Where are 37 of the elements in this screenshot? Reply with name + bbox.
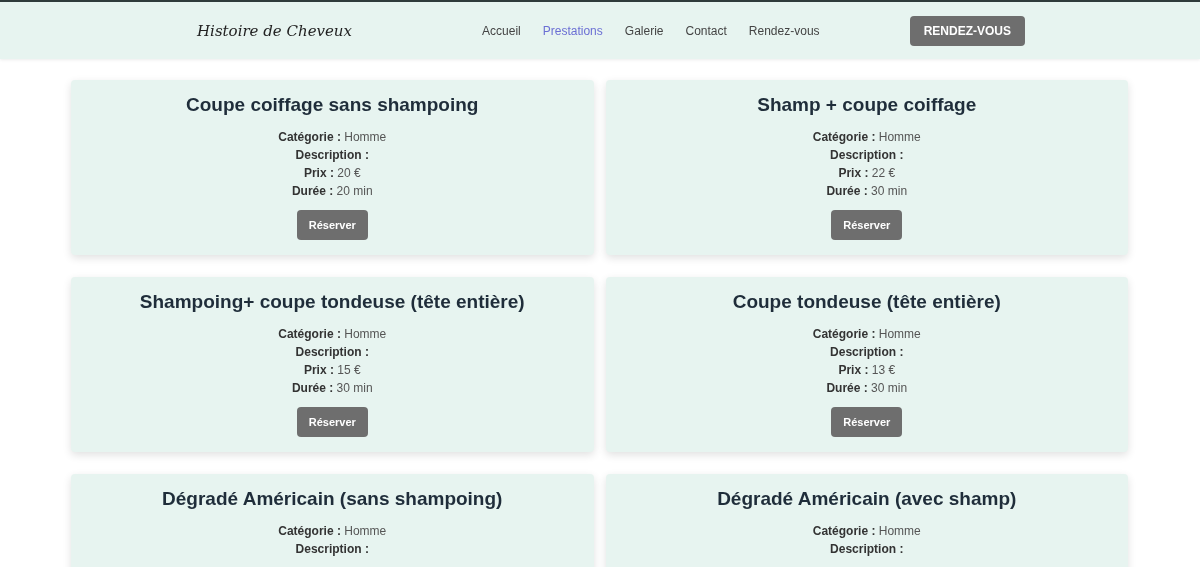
service-detail: Description :	[830, 148, 904, 163]
book-button[interactable]: Réserver	[831, 210, 903, 240]
service-detail: Durée : 30 min	[291, 381, 373, 396]
service-title: Dégradé Américain (avec shamp)	[717, 488, 1017, 510]
service-detail: Durée : 30 min	[826, 184, 908, 199]
book-button[interactable]: Réserver	[831, 407, 903, 437]
nav-link[interactable]: Contact	[685, 23, 727, 38]
service-title: Shamp + coupe coiffage	[757, 94, 977, 116]
service-title: Shampoing+ coupe tondeuse (tête entière)	[139, 291, 525, 313]
service-detail: Description :	[295, 345, 369, 360]
service-detail: Catégorie : Homme	[812, 130, 921, 145]
service-detail: Description :	[295, 148, 369, 163]
site-logo[interactable]: Histoire de Cheveux	[197, 21, 352, 40]
book-button[interactable]: Réserver	[296, 407, 368, 437]
service-title: Dégradé Américain (sans shampoing)	[162, 488, 503, 510]
service-detail: Durée : 30 min	[826, 381, 908, 396]
service-title: Coupe coiffage sans shampoing	[186, 94, 479, 116]
nav-link[interactable]: Prestations	[542, 23, 603, 38]
nav-link[interactable]: Galerie	[624, 23, 664, 38]
book-button[interactable]: Réserver	[296, 210, 368, 240]
service-detail: Description :	[830, 542, 904, 557]
service-detail: Catégorie : Homme	[278, 327, 387, 342]
service-detail: Description :	[830, 345, 904, 360]
service-detail: Durée : 20 min	[291, 184, 373, 199]
service-detail: Prix : 13 €	[838, 363, 896, 378]
service-detail: Catégorie : Homme	[812, 524, 921, 539]
nav-link[interactable]: Rendez-vous	[748, 23, 820, 38]
service-detail: Catégorie : Homme	[278, 130, 387, 145]
nav-link[interactable]: Accueil	[482, 23, 521, 38]
appointment-button[interactable]: RENDEZ-VOUS	[909, 15, 1025, 46]
service-detail: Catégorie : Homme	[812, 327, 921, 342]
service-detail: Prix : 15 €	[303, 363, 361, 378]
service-detail: Catégorie : Homme	[278, 524, 387, 539]
service-detail: Prix : 20 €	[303, 166, 361, 181]
service-detail: Description :	[295, 542, 369, 557]
service-title: Coupe tondeuse (tête entière)	[732, 291, 1001, 313]
service-detail: Prix : 22 €	[838, 166, 896, 181]
